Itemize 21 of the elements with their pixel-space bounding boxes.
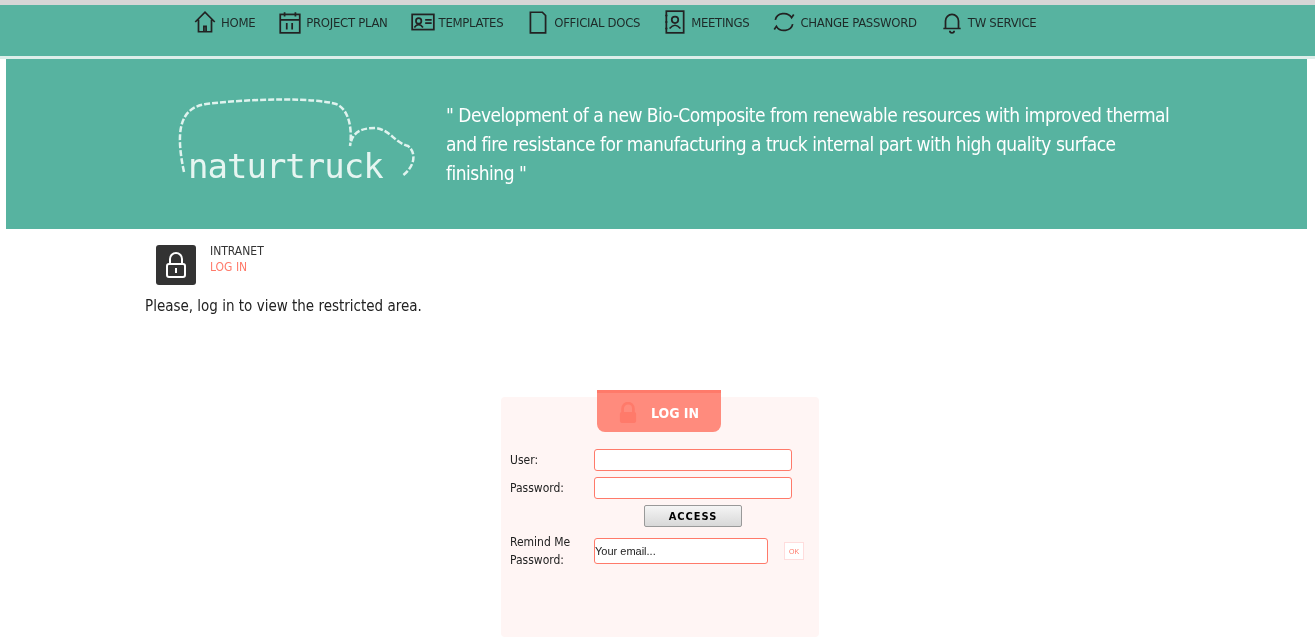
nav-link[interactable]: CHANGE PASSWORD	[771, 8, 917, 36]
nav-link[interactable]: MEETINGS	[662, 8, 750, 36]
nav-link[interactable]: TEMPLATES	[409, 8, 504, 36]
logo-text: naturtruck	[188, 146, 383, 186]
info-message: Please, log in to view the restricted area.	[145, 297, 423, 315]
login-title: LOG IN	[650, 404, 700, 421]
nav-link[interactable]: HOME	[192, 8, 256, 36]
nav-link[interactable]: PROJECT PLAN	[277, 8, 388, 36]
padlock-icon	[156, 245, 196, 285]
email-field[interactable]: Your email...	[594, 538, 768, 564]
field-label: Remind Me Password:	[510, 534, 572, 569]
field-label: Password:	[510, 481, 565, 495]
nav-link[interactable]: OFFICIAL DOCS	[525, 8, 641, 36]
tagline: " Development of a new Bio-Composite from renewable resources with improved thermal and fire resistance for manufacturing a truck internal part with high quality surface finishing "	[446, 102, 1171, 186]
section-label: INTRANET	[210, 243, 264, 259]
page-label: LOG IN	[210, 259, 249, 275]
user-field[interactable]	[594, 449, 792, 471]
field-label: User:	[510, 453, 540, 467]
access-button[interactable]: ACCESS	[644, 505, 742, 527]
password-field[interactable]	[594, 477, 792, 499]
nav-link[interactable]: TW SERVICE	[938, 8, 1037, 36]
